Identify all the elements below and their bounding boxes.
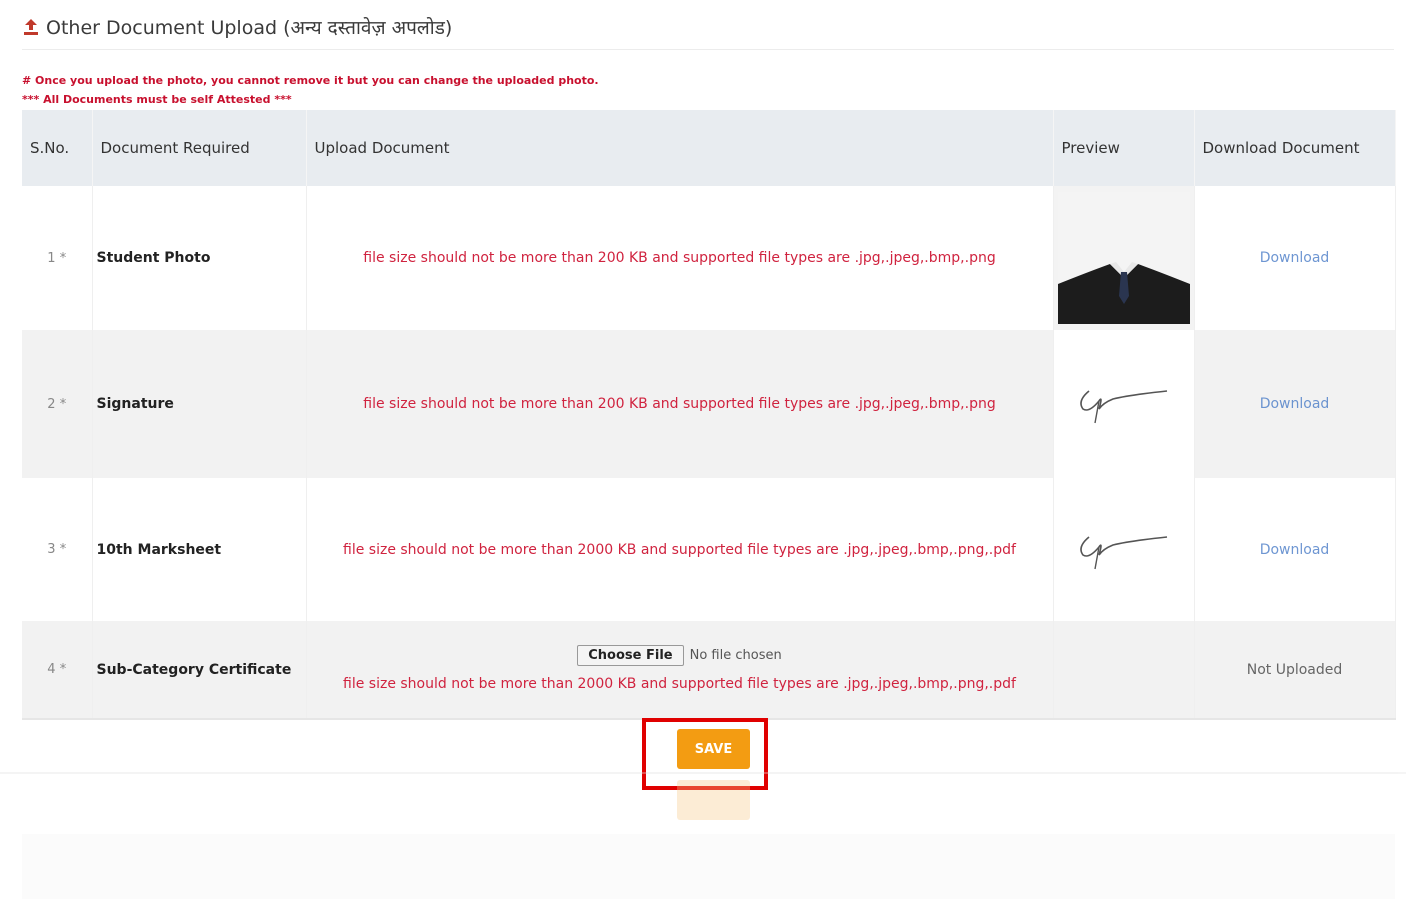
documents-table-wrapper: S.No. Document Required Upload Document …	[22, 110, 1396, 720]
download-link[interactable]: Download	[1260, 542, 1330, 558]
download-cell: Not Uploaded	[1194, 621, 1396, 720]
signature-preview	[1079, 535, 1167, 569]
note-photo-change: # Once you upload the photo, you cannot …	[22, 74, 599, 87]
row-upload-note: file size should not be more than 200 KB…	[306, 330, 1054, 478]
row-document-name: Sub-Category Certificate	[92, 621, 307, 720]
row-upload-note: file size should not be more than 200 KB…	[306, 186, 1054, 330]
row-sno: 1 *	[22, 186, 93, 330]
table-row: 3 * 10th Marksheet file size should not …	[22, 478, 1396, 621]
divider	[22, 49, 1394, 50]
choose-file-button[interactable]: Choose File	[577, 645, 684, 666]
download-cell: Download	[1194, 186, 1396, 330]
download-link[interactable]: Download	[1260, 396, 1330, 412]
file-input-row: Choose File No file chosen	[331, 644, 1029, 668]
upload-cell: Choose File No file chosen file size sho…	[306, 621, 1054, 720]
header-upload-document: Upload Document	[306, 110, 1054, 186]
row-document-name: 10th Marksheet	[92, 478, 307, 621]
reflection-row	[22, 834, 1395, 899]
download-link[interactable]: Download	[1260, 250, 1330, 266]
download-cell: Download	[1194, 478, 1396, 621]
not-uploaded-label: Not Uploaded	[1246, 661, 1343, 678]
preview-cell	[1053, 478, 1195, 621]
row-upload-note: file size should not be more than 2000 K…	[306, 478, 1054, 621]
signature-preview	[1079, 390, 1167, 424]
note-self-attested: *** All Documents must be self Attested …	[22, 93, 292, 106]
student-photo-preview	[1057, 192, 1190, 324]
row-sno: 2 *	[22, 330, 93, 478]
header-preview: Preview	[1053, 110, 1195, 186]
save-button[interactable]: SAVE	[677, 729, 750, 769]
file-status: No file chosen	[689, 647, 782, 663]
section-header: Other Document Upload (अन्य दस्तावेज़ अप…	[22, 12, 452, 42]
preview-cell	[1053, 330, 1195, 478]
table-row: 1 * Student Photo file size should not b…	[22, 186, 1396, 330]
preview-cell	[1053, 186, 1195, 330]
table-row: 4 * Sub-Category Certificate Choose File…	[22, 621, 1396, 720]
reflection-save-button	[677, 780, 750, 820]
documents-table: S.No. Document Required Upload Document …	[22, 110, 1396, 720]
row-document-name: Signature	[92, 330, 307, 478]
header-download-document: Download Document	[1194, 110, 1396, 186]
section-title: Other Document Upload (अन्य दस्तावेज़ अप…	[46, 17, 453, 39]
row-sno: 3 *	[22, 478, 93, 621]
notes: # Once you upload the photo, you cannot …	[22, 71, 599, 109]
upload-icon	[22, 17, 40, 37]
row-document-name: Student Photo	[92, 186, 307, 330]
header-document-required: Document Required	[92, 110, 307, 186]
row-upload-note: file size should not be more than 2000 K…	[343, 675, 1016, 692]
preview-cell	[1053, 621, 1195, 720]
page-reflection	[0, 772, 1406, 899]
download-cell: Download	[1194, 330, 1396, 478]
table-row: 2 * Signature file size should not be mo…	[22, 330, 1396, 478]
header-sno: S.No.	[22, 110, 93, 186]
row-sno: 4 *	[22, 621, 93, 720]
table-header-row: S.No. Document Required Upload Document …	[22, 110, 1396, 186]
